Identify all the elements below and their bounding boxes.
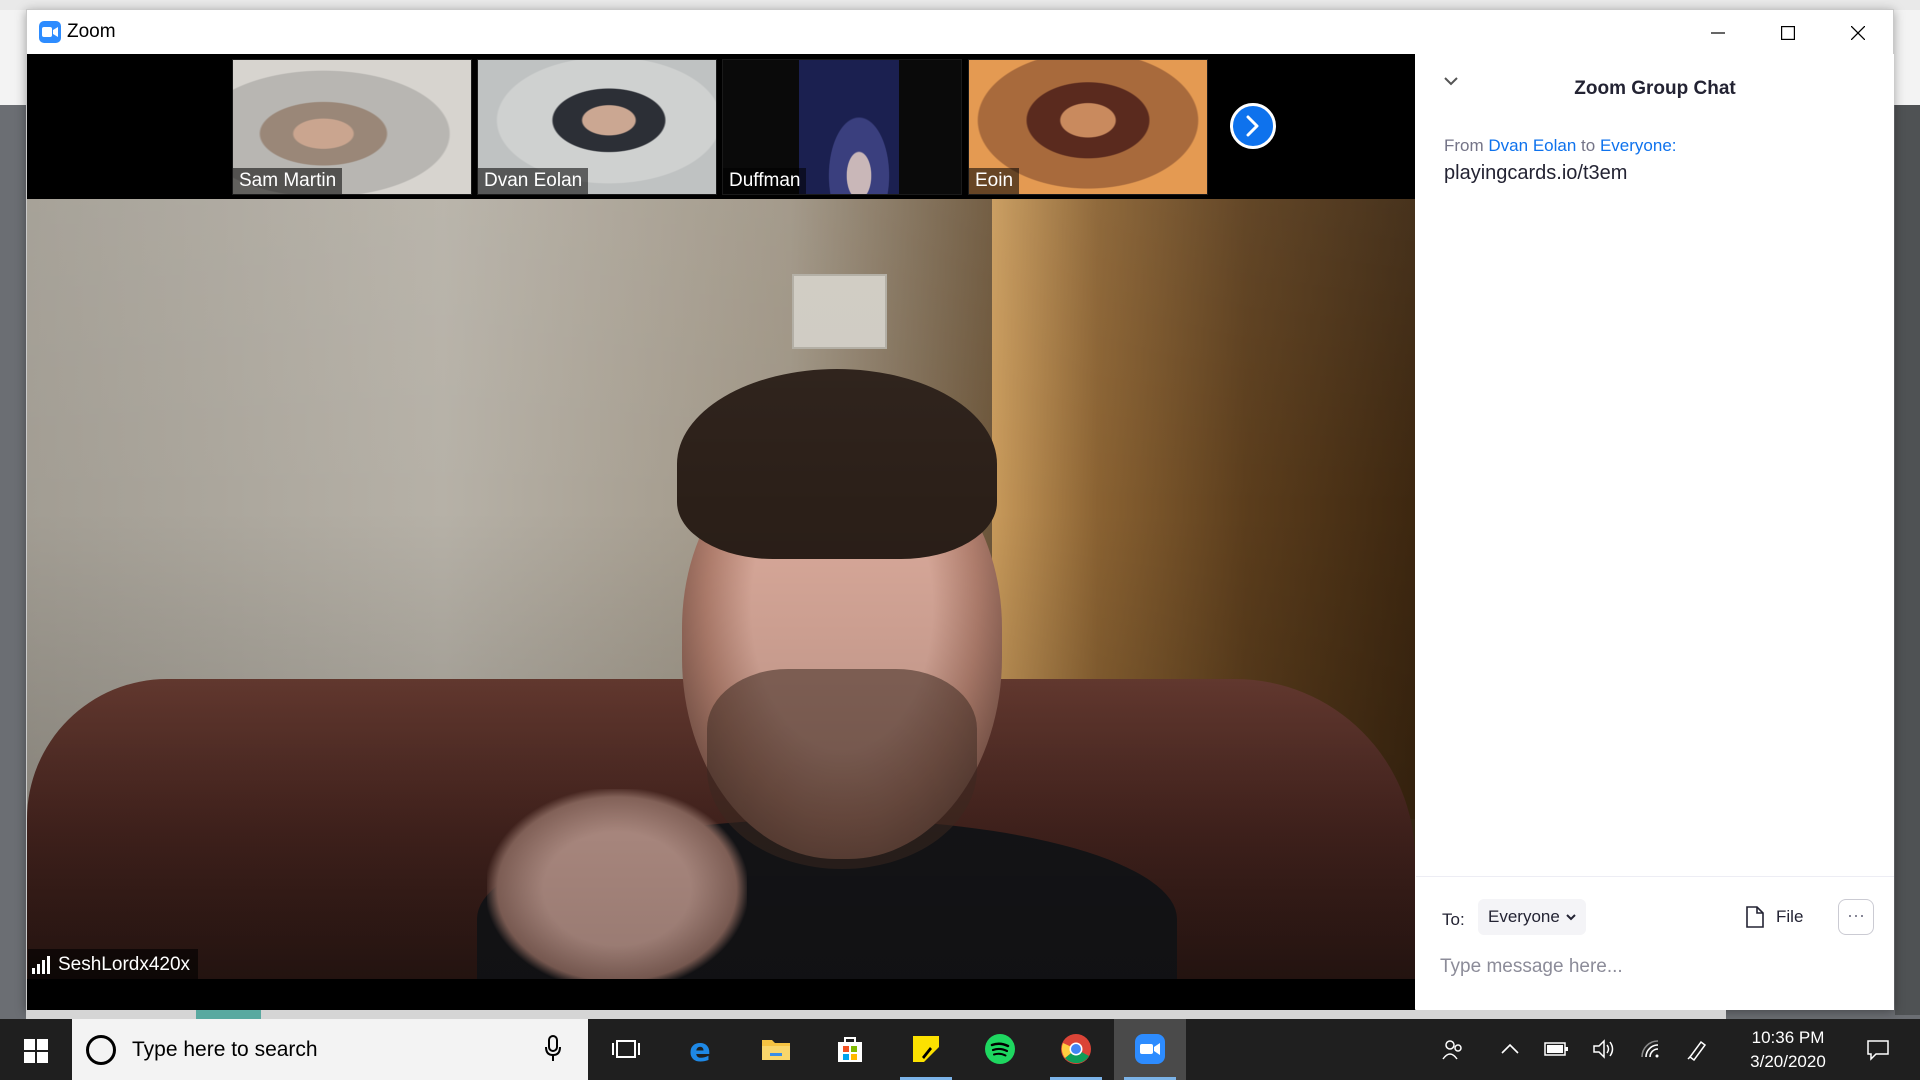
chat-header: Zoom Group Chat: [1416, 54, 1894, 114]
chat-message-text[interactable]: playingcards.io/t3em: [1444, 162, 1874, 185]
action-center-button[interactable]: [1856, 1019, 1916, 1080]
start-button[interactable]: [0, 1019, 72, 1080]
volume-button[interactable]: [1582, 1019, 1622, 1080]
people-icon: [1442, 1040, 1462, 1060]
participant-tile[interactable]: Eoin: [968, 59, 1208, 195]
to-label: To:: [1442, 910, 1465, 929]
task-view-icon: [612, 1040, 640, 1058]
chat-message-meta: From Dvan Eolan to Everyone:: [1444, 136, 1874, 156]
edge-icon: e: [689, 1033, 711, 1065]
notification-icon: [1867, 1040, 1889, 1061]
taskbar-zoom[interactable]: [1114, 1019, 1186, 1080]
pen-workspace-button[interactable]: [1676, 1019, 1716, 1080]
participant-name: Duffman: [723, 168, 807, 194]
clock-time: 10:36 PM: [1751, 1028, 1825, 1047]
participant-name: Dvan Eolan: [478, 168, 589, 194]
minimize-button[interactable]: [1684, 10, 1754, 54]
file-button[interactable]: File: [1746, 899, 1803, 935]
volume-icon: [1593, 1039, 1614, 1059]
zoom-icon: [1135, 1034, 1165, 1064]
battery-button[interactable]: [1534, 1019, 1578, 1080]
horizontal-scrollbar[interactable]: [26, 1010, 1726, 1019]
maximize-button[interactable]: [1754, 10, 1824, 54]
microphone-icon[interactable]: [544, 1035, 562, 1063]
taskbar-clock[interactable]: 10:36 PM 3/20/2020: [1718, 1026, 1858, 1074]
maximize-icon: [1781, 26, 1795, 40]
network-button[interactable]: [1630, 1019, 1670, 1080]
taskbar-edge[interactable]: e: [664, 1019, 736, 1080]
desktop-edge: [1895, 105, 1920, 1015]
participant-tile[interactable]: Dvan Eolan: [477, 59, 717, 195]
zoom-logo-icon: [39, 21, 61, 43]
chevron-down-icon[interactable]: [1444, 76, 1458, 86]
chat-composer: To: Everyone File ···: [1416, 876, 1894, 1010]
taskbar: Type here to search e 10:36 PM 3/20/2020: [0, 1019, 1920, 1080]
close-icon: [1851, 26, 1865, 40]
speaker-name: SeshLordx420x: [58, 954, 191, 975]
minimize-icon: [1711, 32, 1725, 34]
taskbar-store[interactable]: [814, 1019, 886, 1080]
gallery-next-button[interactable]: [1230, 103, 1276, 149]
participant-gallery: Sam Martin Dvan Eolan Duffman Eoin: [27, 54, 1415, 199]
file-explorer-icon: [762, 1040, 790, 1060]
battery-icon: [1544, 1042, 1568, 1056]
chat-panel: Zoom Group Chat From Dvan Eolan to Every…: [1416, 54, 1894, 1010]
recipient-value: Everyone: [1488, 907, 1560, 926]
svg-text:e: e: [689, 1033, 711, 1065]
spotify-icon: [985, 1034, 1015, 1064]
zoom-window: Zoom Sam Martin Dvan Eolan Duffman Eoin: [26, 9, 1894, 1010]
speaker-name-tag: SeshLordx420x: [28, 949, 199, 979]
sticky-notes-icon: [913, 1036, 939, 1062]
active-speaker-video: SeshLordx420x: [27, 199, 1415, 979]
search-placeholder: Type here to search: [132, 1038, 318, 1061]
file-icon: [1746, 906, 1764, 928]
show-hidden-icons-button[interactable]: [1490, 1019, 1530, 1080]
participant-name: Eoin: [969, 168, 1020, 194]
taskbar-sticky-notes[interactable]: [890, 1019, 962, 1080]
wifi-icon: [1641, 1040, 1659, 1058]
chat-message: From Dvan Eolan to Everyone: playingcard…: [1444, 136, 1874, 185]
participant-name: Sam Martin: [233, 168, 343, 194]
taskbar-file-explorer[interactable]: [740, 1019, 812, 1080]
to-word: to: [1581, 136, 1596, 155]
taskbar-chrome[interactable]: [1040, 1019, 1112, 1080]
chevron-right-icon: [1246, 115, 1259, 137]
window-title: Zoom: [67, 21, 116, 42]
message-input[interactable]: [1440, 949, 1860, 985]
scrollbar-thumb[interactable]: [196, 1010, 261, 1019]
signal-strength-icon: [32, 956, 52, 974]
video-area: Sam Martin Dvan Eolan Duffman Eoin SeshL…: [27, 54, 1415, 1010]
file-label: File: [1776, 907, 1804, 926]
clock-date: 3/20/2020: [1750, 1052, 1826, 1071]
sender-link[interactable]: Dvan Eolan: [1488, 136, 1576, 155]
store-icon: [838, 1037, 862, 1062]
pen-icon: [1687, 1040, 1707, 1061]
recipient-link[interactable]: Everyone:: [1600, 136, 1677, 155]
chrome-icon: [1061, 1034, 1091, 1064]
close-button[interactable]: [1824, 10, 1894, 54]
participant-tile[interactable]: Sam Martin: [232, 59, 472, 195]
chevron-down-icon: [1566, 913, 1576, 920]
recipient-dropdown[interactable]: Everyone: [1478, 899, 1586, 935]
more-options-button[interactable]: ···: [1838, 899, 1874, 935]
cortana-icon: [86, 1035, 116, 1065]
people-button[interactable]: [1432, 1019, 1472, 1080]
video-shade: [27, 199, 1415, 979]
participant-tile[interactable]: Duffman: [722, 59, 962, 195]
taskbar-search[interactable]: Type here to search: [72, 1019, 588, 1080]
chat-title: Zoom Group Chat: [1574, 78, 1736, 99]
participant-video: [799, 60, 899, 194]
chevron-up-icon: [1501, 1043, 1519, 1054]
windows-start-icon: [24, 1039, 48, 1063]
task-view-button[interactable]: [592, 1019, 660, 1080]
title-bar: Zoom: [27, 10, 1893, 54]
from-prefix: From: [1444, 136, 1484, 155]
taskbar-spotify[interactable]: [964, 1019, 1036, 1080]
